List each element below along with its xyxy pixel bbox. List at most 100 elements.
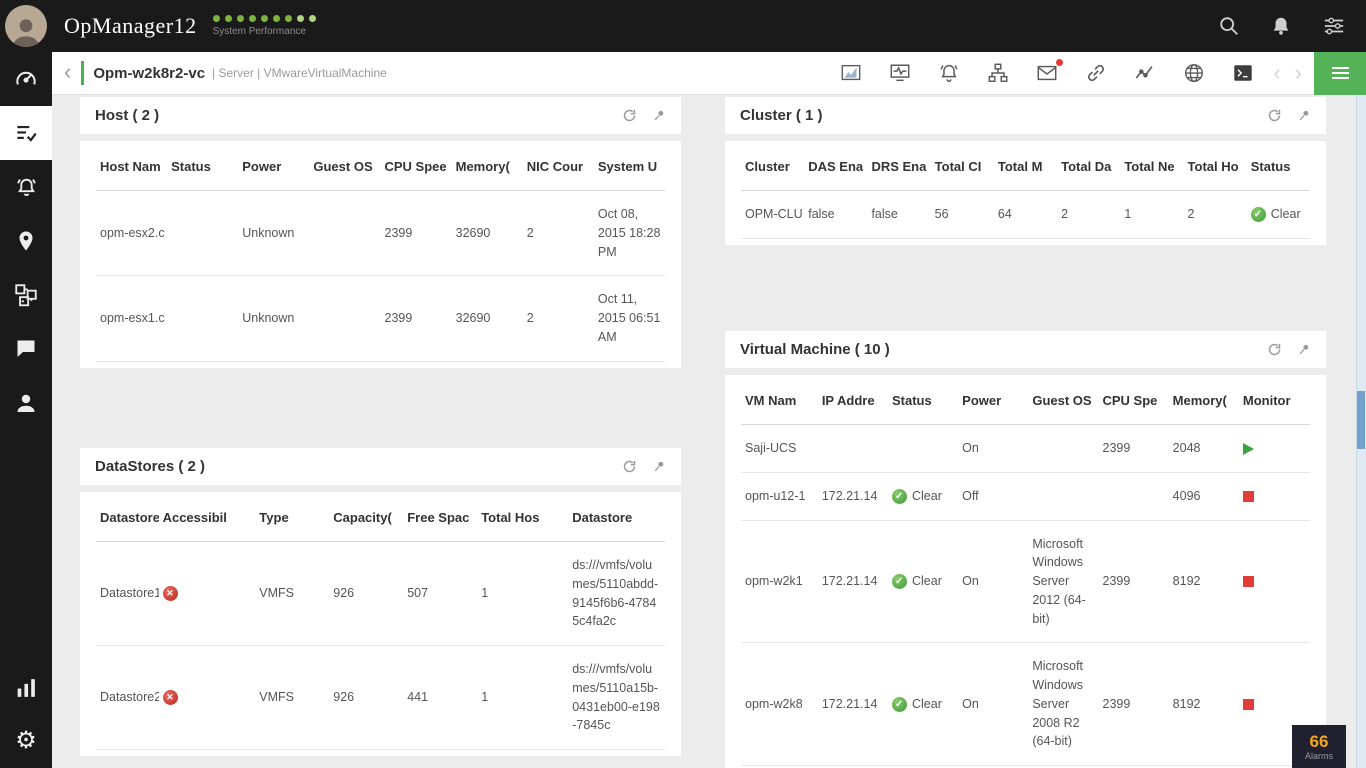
settings-sliders-icon[interactable] [1322,15,1346,37]
column-header[interactable]: Capacity( [329,494,404,542]
column-header[interactable]: Memory( [1168,377,1239,425]
terminal-icon[interactable] [1231,62,1255,84]
table-cell: 441 [403,645,478,750]
web-globe-icon[interactable] [1182,62,1206,84]
table-cell [1238,424,1310,473]
column-header[interactable]: CPU Spee [380,143,452,191]
health-monitor-icon[interactable] [888,62,912,84]
column-header[interactable]: Type [255,494,330,542]
refresh-icon[interactable] [622,459,637,474]
vertical-scrollbar-thumb[interactable] [1357,391,1365,449]
column-header[interactable]: System U [593,143,665,191]
column-header[interactable]: IP Addre [817,377,888,425]
notifications-bell-icon[interactable] [1270,15,1292,37]
refresh-icon[interactable] [1267,108,1282,123]
pin-icon[interactable] [1298,343,1311,356]
column-header[interactable]: DAS Ena [804,143,868,191]
table-cell: Clear [887,472,959,521]
column-header[interactable]: Total Hos [477,494,569,542]
table-row[interactable]: opm-esx2.c Unknown 2399 32690 2 Oct 08, 2015 … [96,190,665,277]
green-menu-button[interactable] [1314,51,1366,95]
column-header[interactable]: NIC Cour [522,143,594,191]
collapse-chevron-icon[interactable]: ‹ [52,60,81,86]
column-header[interactable]: Total Ne [1120,143,1184,191]
pin-icon[interactable] [653,109,666,122]
user-avatar[interactable] [0,0,52,52]
host-card: Host ( 2 ) Host Nam Status Power Guest OS CP… [80,97,681,368]
column-header[interactable]: Free Spac [403,494,478,542]
mail-icon[interactable] [1035,59,1064,84]
column-header[interactable]: Total M [993,143,1058,191]
table-cell [1238,472,1310,521]
datastores-card-body: Datastore Accessibil Type Capacity(Free Spa… [80,492,681,756]
sidebar-item-alarms[interactable] [0,160,52,214]
column-header[interactable]: Power [958,377,1029,425]
column-header[interactable]: DRS Ena [867,143,931,191]
column-header[interactable]: Status [167,143,239,191]
sidebar-item-social[interactable] [0,322,52,376]
stop-icon[interactable] [1242,698,1254,710]
column-header[interactable]: Total Ho [1183,143,1247,191]
table-cell: 172.21.14 [817,642,888,766]
response-graph-icon[interactable] [1133,62,1157,84]
column-header[interactable]: Power [238,143,310,191]
search-icon[interactable] [1218,15,1240,37]
card-title: Virtual Machine ( 10 ) [740,341,890,358]
table-row[interactable]: Datastore2 VMFS9264411ds:///vmfs/volumes/… [96,645,665,750]
column-header[interactable]: Status [1246,143,1310,191]
alarm-bell-icon[interactable] [937,62,961,84]
pin-icon[interactable] [1298,109,1311,122]
alarms-badge[interactable]: 66 Alarms [1292,725,1346,768]
column-header[interactable]: Guest OS [309,143,381,191]
table-cell: Off [958,472,1029,521]
column-header[interactable]: Datastore [96,494,159,542]
next-chevron-icon[interactable]: › [1295,62,1302,84]
column-header[interactable]: Total Da [1057,143,1121,191]
prev-chevron-icon[interactable]: ‹ [1273,62,1280,84]
sidebar-item-dashboard[interactable] [0,52,52,106]
host-card-header: Host ( 2 ) [80,97,681,134]
dependency-link-icon[interactable] [1084,62,1108,84]
play-icon[interactable] [1242,442,1254,455]
device-name: Opm-w2k8r2-vc [93,64,206,82]
sidebar-item-users[interactable] [0,376,52,430]
column-header[interactable]: Total CI [930,143,994,191]
stop-icon[interactable] [1242,490,1254,502]
stop-icon[interactable] [1242,576,1254,588]
table-row[interactable]: opm-w2k8172.21.14 Clear OnMicrosoft Window… [741,642,1310,766]
performance-chart-icon[interactable] [839,62,863,84]
table-row[interactable]: opm-u12-1172.21.14 Clear Off 4096 [741,472,1310,521]
table-header-row: Datastore Accessibil Type Capacity(Free Spa… [96,494,665,542]
column-header[interactable]: CPU Spe [1098,377,1169,425]
table-cell: ds:///vmfs/volumes/5110abdd-9145f6b6-478… [568,541,665,646]
column-header[interactable]: Memory( [451,143,523,191]
vertical-scrollbar-track[interactable] [1356,95,1366,768]
column-header[interactable]: VM Nam [741,377,818,425]
refresh-icon[interactable] [1267,342,1282,357]
table-cell: 32690 [451,190,523,277]
table-row[interactable]: Datastore1 VMFS9265071ds:///vmfs/volumes/… [96,541,665,646]
sidebar-item-settings[interactable]: ⚙ [0,714,52,768]
column-header[interactable]: Accessibil [158,494,256,542]
column-header[interactable]: Status [887,377,959,425]
table-row[interactable]: opm-w2k1172.21.14 Clear OnMicrosoft Window… [741,520,1310,644]
device-topology-icon[interactable] [986,62,1010,84]
sidebar-item-inventory[interactable] [0,106,52,160]
sidebar-item-maps[interactable] [0,214,52,268]
table-row[interactable]: opm-esx1.c Unknown 2399 32690 2 Oct 11, 2015 … [96,275,665,362]
column-header[interactable]: Guest OS [1028,377,1099,425]
column-header[interactable]: Cluster [741,143,805,191]
pin-icon[interactable] [653,460,666,473]
refresh-icon[interactable] [622,108,637,123]
sidebar-item-virtualization[interactable] [0,268,52,322]
table-row[interactable]: OPM-CLUfalsefalse5664212Clear [741,190,1310,239]
sidebar-item-reports[interactable] [0,660,52,714]
table-cell [158,645,256,750]
table-cell: 1 [477,645,569,750]
table-cell: 2399 [1098,642,1169,766]
column-header[interactable]: Monitor [1238,377,1310,425]
table-row[interactable]: Saji-UCS On 2399 2048 [741,424,1310,473]
column-header[interactable]: Datastore [568,494,665,542]
column-header[interactable]: Host Nam [96,143,168,191]
table-cell [309,190,381,277]
